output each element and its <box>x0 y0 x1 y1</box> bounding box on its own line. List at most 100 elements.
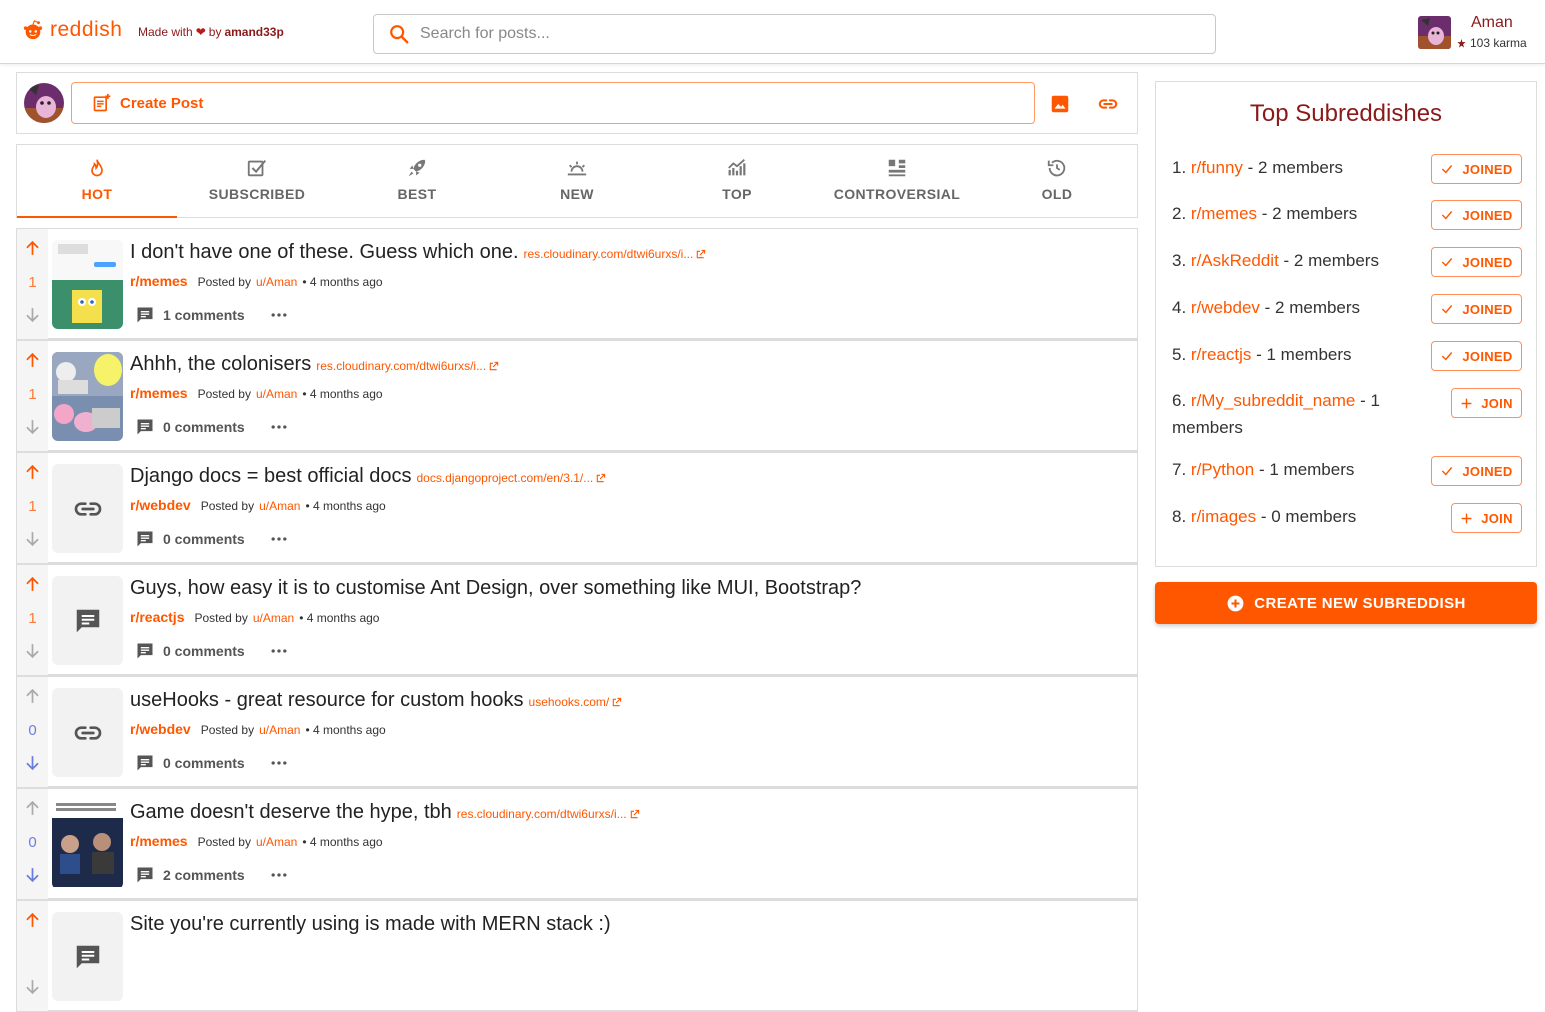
post-title[interactable]: Site you're currently using is made with… <box>130 913 611 936</box>
tab-controversial[interactable]: CONTROVERSIAL <box>817 145 977 217</box>
tab-new[interactable]: NEW <box>497 145 657 217</box>
subreddit-link[interactable]: r/AskReddit <box>1191 251 1279 270</box>
post-domain-link[interactable]: res.cloudinary.com/dtwi6urxs/i... <box>457 807 640 821</box>
subreddit-link[interactable]: r/webdev <box>1191 298 1260 317</box>
joined-button[interactable]: JOINED <box>1431 341 1522 371</box>
subreddit-link[interactable]: r/images <box>1191 507 1256 526</box>
post-domain-link[interactable]: res.cloudinary.com/dtwi6urxs/i... <box>316 359 499 373</box>
downvote-icon[interactable] <box>23 753 42 777</box>
comments-button[interactable]: 2 comments <box>135 865 245 885</box>
post-card[interactable]: 1 Django docs = best official docs docs.… <box>16 452 1138 564</box>
post-title[interactable]: I don't have one of these. Guess which o… <box>130 241 519 264</box>
create-post-button[interactable]: Create Post <box>71 82 1035 124</box>
upvote-icon[interactable] <box>23 911 42 935</box>
search-bar[interactable] <box>373 14 1216 54</box>
post-thumbnail[interactable] <box>52 688 123 777</box>
post-actions: 0 comments <box>135 641 289 661</box>
more-options-icon[interactable] <box>269 641 289 661</box>
tab-best[interactable]: BEST <box>337 145 497 217</box>
post-score: 0 <box>28 834 37 851</box>
post-author-link[interactable]: u/Aman <box>253 611 294 625</box>
comments-button[interactable]: 0 comments <box>135 753 245 773</box>
create-new-subreddish-button[interactable]: CREATE NEW SUBREDDISH <box>1155 582 1537 624</box>
more-options-icon[interactable] <box>269 865 289 885</box>
more-options-icon[interactable] <box>269 753 289 773</box>
post-author-link[interactable]: u/Aman <box>259 723 300 737</box>
user-menu[interactable]: Aman 103 karma <box>1418 14 1538 54</box>
tab-old[interactable]: OLD <box>977 145 1137 217</box>
post-thumbnail[interactable] <box>52 800 123 889</box>
post-title[interactable]: Ahhh, the colonisers <box>130 353 311 376</box>
upvote-icon[interactable] <box>23 799 42 823</box>
join-button[interactable]: JOIN <box>1451 503 1522 533</box>
author-link[interactable]: amand33p <box>224 25 283 39</box>
subreddit-link[interactable]: r/reactjs <box>1191 345 1251 364</box>
subreddit-link[interactable]: r/My_subreddit_name <box>1191 391 1355 410</box>
post-thumbnail[interactable] <box>52 352 123 441</box>
downvote-icon[interactable] <box>23 529 42 553</box>
logo[interactable]: reddish <box>22 18 122 42</box>
comments-button[interactable]: 0 comments <box>135 417 245 437</box>
joined-button[interactable]: JOINED <box>1431 456 1522 486</box>
more-options-icon[interactable] <box>269 529 289 549</box>
post-thumbnail[interactable] <box>52 912 123 1001</box>
tab-hot[interactable]: HOT <box>17 145 177 218</box>
link-post-icon[interactable] <box>1096 93 1120 115</box>
post-title[interactable]: Django docs = best official docs <box>130 465 411 488</box>
more-options-icon[interactable] <box>269 305 289 325</box>
upvote-icon[interactable] <box>23 463 42 487</box>
comments-button[interactable]: 1 comments <box>135 305 245 325</box>
post-card[interactable]: 1 I don't have one of these. Guess which… <box>16 228 1138 340</box>
post-domain-link[interactable]: usehooks.com/ <box>529 695 623 709</box>
joined-button[interactable]: JOINED <box>1431 247 1522 277</box>
post-card[interactable]: 0 useHooks - great resource for custom h… <box>16 676 1138 788</box>
subreddit-link[interactable]: r/funny <box>1191 158 1243 177</box>
post-subreddit-link[interactable]: r/reactjs <box>130 609 184 625</box>
comments-button[interactable]: 0 comments <box>135 641 245 661</box>
join-button[interactable]: JOIN <box>1451 388 1522 418</box>
search-input[interactable] <box>420 25 1180 43</box>
post-thumbnail[interactable] <box>52 576 123 665</box>
post-title[interactable]: useHooks - great resource for custom hoo… <box>130 689 524 712</box>
downvote-icon[interactable] <box>23 305 42 329</box>
post-title[interactable]: Guys, how easy it is to customise Ant De… <box>130 577 861 600</box>
image-post-icon[interactable] <box>1049 93 1071 115</box>
subreddit-link[interactable]: r/Python <box>1191 460 1254 479</box>
joined-button[interactable]: JOINED <box>1431 294 1522 324</box>
joined-button[interactable]: JOINED <box>1431 154 1522 184</box>
user-avatar[interactable] <box>1418 16 1451 49</box>
post-domain-link[interactable]: docs.djangoproject.com/en/3.1/... <box>416 471 606 485</box>
upvote-icon[interactable] <box>23 687 42 711</box>
tab-subscribed[interactable]: SUBSCRIBED <box>177 145 337 217</box>
post-thumbnail[interactable] <box>52 464 123 553</box>
downvote-icon[interactable] <box>23 977 42 1001</box>
post-author-link[interactable]: u/Aman <box>256 275 297 289</box>
upvote-icon[interactable] <box>23 239 42 263</box>
post-subreddit-link[interactable]: r/webdev <box>130 497 191 513</box>
post-author-link[interactable]: u/Aman <box>256 835 297 849</box>
downvote-icon[interactable] <box>23 641 42 665</box>
post-card[interactable]: 1 Ahhh, the colonisers res.cloudinary.co… <box>16 340 1138 452</box>
joined-button[interactable]: JOINED <box>1431 200 1522 230</box>
post-title[interactable]: Game doesn't deserve the hype, tbh <box>130 801 452 824</box>
more-options-icon[interactable] <box>269 417 289 437</box>
post-subreddit-link[interactable]: r/memes <box>130 273 188 289</box>
post-card[interactable]: 1 Guys, how easy it is to customise Ant … <box>16 564 1138 676</box>
post-card[interactable]: Site you're currently using is made with… <box>16 900 1138 1012</box>
comments-button[interactable]: 0 comments <box>135 529 245 549</box>
subreddit-link[interactable]: r/memes <box>1191 204 1257 223</box>
post-subreddit-link[interactable]: r/webdev <box>130 721 191 737</box>
post-author-link[interactable]: u/Aman <box>259 499 300 513</box>
post-domain-link[interactable]: res.cloudinary.com/dtwi6urxs/i... <box>524 247 707 261</box>
upvote-icon[interactable] <box>23 575 42 599</box>
post-thumbnail[interactable] <box>52 240 123 329</box>
post-subreddit-link[interactable]: r/memes <box>130 833 188 849</box>
tab-top[interactable]: TOP <box>657 145 817 217</box>
post-subreddit-link[interactable]: r/memes <box>130 385 188 401</box>
post-card[interactable]: 0 Game doesn't deserve the hype, tbh res… <box>16 788 1138 900</box>
upvote-icon[interactable] <box>23 351 42 375</box>
user-name[interactable]: Aman <box>1471 14 1513 32</box>
downvote-icon[interactable] <box>23 865 42 889</box>
downvote-icon[interactable] <box>23 417 42 441</box>
post-author-link[interactable]: u/Aman <box>256 387 297 401</box>
